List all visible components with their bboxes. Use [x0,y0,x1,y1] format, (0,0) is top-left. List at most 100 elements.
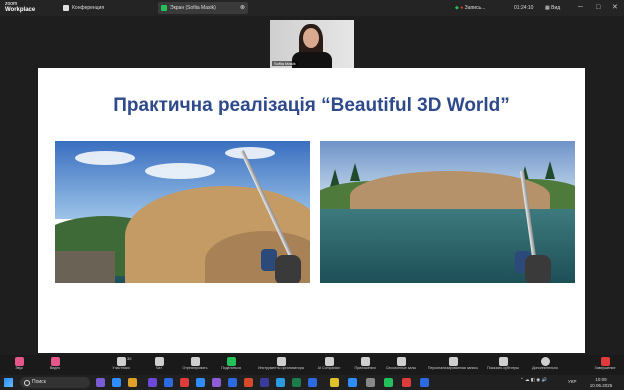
taskbar-search[interactable]: Поиск [20,377,90,388]
shield-icon [276,357,286,366]
tray-icons[interactable]: ⌃ ☁ ◧ ◉ 🔊 [520,377,547,383]
clock[interactable]: 10:09 10.06.2025 [584,377,618,389]
breakout-rooms-label: Сессионные залы [385,366,417,370]
taskbar-app-icon[interactable] [196,378,205,387]
share-label: Поделиться [221,366,241,370]
participant-video[interactable]: Sofiia Masik [270,20,354,68]
record-button[interactable]: Персонализированная запись [424,355,482,374]
language-label: УКР [568,379,577,384]
taskbar-app-icon[interactable] [402,378,411,387]
mic-muted-icon [14,357,24,366]
apps-button[interactable]: Приложения [348,355,382,374]
apps-label: Приложения [354,366,376,370]
record-label: Персонализированная запись [427,366,479,370]
taskbar-app-icon[interactable] [330,378,339,387]
language-indicator[interactable]: УКР [568,379,576,385]
participants-button[interactable]: Участники 35 [104,355,138,374]
captions-icon [498,357,508,366]
taskbar-app-icon[interactable] [148,378,157,387]
heart-icon [190,357,200,366]
search-icon [24,380,30,386]
ai-companion-icon [324,357,334,366]
audio-button[interactable]: Звук [2,355,36,374]
video-label: Видео [49,366,61,370]
participants-count: 35 [127,356,132,361]
meeting-timer: 01:24:10 [514,2,533,14]
more-button[interactable]: Дополнительно [528,355,562,374]
taskbar-app-icon[interactable] [348,378,357,387]
tab-screen[interactable]: Экран (Sofiia Masik) ⊗ [158,2,248,14]
audio-label: Звук [15,366,23,370]
record-icon [448,357,458,366]
recording-indicator[interactable]: ◆ ● Запись... [455,2,485,14]
taskbar-app-icon[interactable] [420,378,429,387]
meeting-toolbar: Звук Видео Участники 35 Чат Отреагироват… [0,355,624,374]
zoom-logo: zoom Workplace [5,1,35,13]
timer-value: 01:24:10 [514,5,534,11]
tab-meeting[interactable]: Конференция [60,2,150,14]
breakout-rooms-button[interactable]: Сессионные залы [384,355,418,374]
slide-title: Практична реалізація “Beautiful 3D World… [113,95,510,116]
breakout-rooms-icon [396,357,406,366]
taskbar-app-icon[interactable] [228,378,237,387]
taskbar-app-icon[interactable] [366,378,375,387]
apps-icon [360,357,370,366]
windows-taskbar: Поиск ⌃ ☁ ◧ ◉ 🔊 УКР 10:09 10.06.2025 [0,375,624,390]
ai-companion-button[interactable]: AI Companion [312,355,346,374]
end-button[interactable]: Завершение [588,355,622,374]
taskbar-app-icon[interactable] [164,378,173,387]
screenshot-left [55,141,310,283]
react-button[interactable]: Отреагировать [178,355,212,374]
taskbar-app-icon[interactable] [128,378,137,387]
logo-line2: Workplace [5,7,36,13]
ai-companion-label: AI Companion [317,366,341,370]
participants-icon [116,357,126,366]
maximize-button[interactable]: □ [596,2,600,14]
host-tools-label: Инструменты организатора [258,366,304,370]
taskbar-app-icon[interactable] [96,378,105,387]
title-bar: zoom Workplace Конференция Экран (Sofiia… [0,0,624,16]
tab-screen-label: Экран (Sofiia Masik) [170,5,216,11]
participant-name: Sofiia Masik [272,61,298,66]
screen-share-icon [161,5,167,11]
taskbar-app-icon[interactable] [180,378,189,387]
clock-date: 10.06.2025 [589,383,613,388]
windows-start-icon[interactable] [4,378,13,387]
record-dot-icon: ● [460,5,464,11]
taskbar-app-icon[interactable] [384,378,393,387]
taskbar-app-icon[interactable] [244,378,253,387]
video-muted-icon [50,357,60,366]
share-button[interactable]: Поделиться [214,355,248,374]
video-button[interactable]: Видео [38,355,72,374]
shared-slide: Практична реалізація “Beautiful 3D World… [38,68,585,353]
view-button[interactable]: ▦ Вид [545,2,560,14]
taskbar-app-icon[interactable] [292,378,301,387]
video-icon [63,5,69,11]
search-placeholder: Поиск [32,379,46,385]
chat-button[interactable]: Чат [142,355,176,374]
screenshot-right [320,141,575,283]
more-icon [540,357,550,366]
participants-label: Участники [112,366,130,370]
host-tools-button[interactable]: Инструменты организатора [255,355,307,374]
close-icon[interactable]: ⊗ [240,2,245,14]
taskbar-app-icon[interactable] [308,378,317,387]
chat-icon [154,357,164,366]
captions-button[interactable]: Показать субтитры [486,355,520,374]
taskbar-app-icon[interactable] [276,378,285,387]
view-label: Вид [551,5,561,11]
tab-meeting-label: Конференция [72,5,105,11]
captions-label: Показать субтитры [487,366,519,370]
recording-label: Запись... [464,5,486,11]
end-icon [600,357,610,366]
more-label: Дополнительно [532,366,558,370]
taskbar-app-icon[interactable] [212,378,221,387]
minimize-button[interactable]: ─ [578,2,583,14]
close-window-button[interactable]: ✕ [612,2,618,14]
end-label: Завершение [594,366,616,370]
taskbar-app-icon[interactable] [112,378,121,387]
taskbar-app-icon[interactable] [260,378,269,387]
shield-icon: ◆ [455,5,459,11]
grid-icon: ▦ [545,5,550,11]
react-label: Отреагировать [182,366,208,370]
